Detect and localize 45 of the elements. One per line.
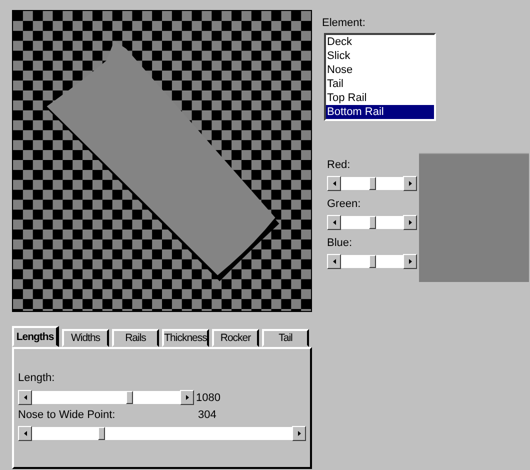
element-label: Element:	[322, 16, 366, 30]
right-arrow-icon	[408, 259, 412, 264]
list-item[interactable]: Bottom Rail	[326, 105, 434, 119]
scroll-left-button[interactable]	[327, 176, 341, 191]
left-arrow-icon	[332, 181, 336, 186]
slider-thumb[interactable]	[368, 177, 376, 190]
list-item[interactable]: Slick	[326, 49, 434, 63]
color-slider-label: Red:	[327, 158, 352, 172]
slider-thumb[interactable]	[368, 255, 376, 268]
right-arrow-icon	[298, 431, 300, 436]
tab[interactable]: Lengths	[12, 326, 59, 347]
tab[interactable]: Tail	[262, 329, 309, 347]
slider-thumb[interactable]	[126, 391, 134, 404]
list-item[interactable]: Top Rail	[326, 91, 434, 105]
scroll-left-button[interactable]	[327, 215, 341, 230]
list-item[interactable]: Deck	[326, 35, 434, 49]
tab[interactable]: Thickness	[162, 329, 209, 347]
length-value: 1080	[196, 390, 220, 404]
color-slider-label: Green:	[327, 197, 362, 211]
scroll-right-button[interactable]	[403, 215, 417, 230]
tab[interactable]: Rails	[112, 329, 159, 347]
length-label: Length:	[18, 371, 56, 385]
scroll-right-button[interactable]	[180, 390, 194, 405]
list-item[interactable]: Tail	[326, 77, 434, 91]
nose-to-wide-point-value: 304	[198, 408, 216, 422]
scroll-right-button[interactable]	[292, 426, 306, 441]
slider-thumb[interactable]	[98, 427, 105, 440]
nose-to-wide-point-label: Nose to Wide Point:	[18, 408, 116, 422]
slider-thumb[interactable]	[368, 216, 376, 229]
tab[interactable]: Rocker	[212, 329, 259, 347]
scroll-right-button[interactable]	[403, 254, 417, 269]
list-item[interactable]: Nose	[326, 63, 434, 77]
left-arrow-icon	[332, 259, 336, 264]
tab[interactable]: Widths	[62, 329, 109, 347]
right-arrow-icon	[408, 181, 412, 186]
color-slider-label: Blue:	[327, 236, 354, 250]
scroll-left-button[interactable]	[18, 390, 32, 405]
right-arrow-icon	[408, 220, 412, 225]
left-arrow-icon	[24, 395, 26, 400]
right-arrow-icon	[186, 395, 188, 400]
scroll-left-button[interactable]	[18, 426, 32, 441]
left-arrow-icon	[332, 220, 336, 225]
scroll-left-button[interactable]	[327, 254, 341, 269]
scroll-right-button[interactable]	[403, 176, 417, 191]
left-arrow-icon	[24, 431, 26, 436]
